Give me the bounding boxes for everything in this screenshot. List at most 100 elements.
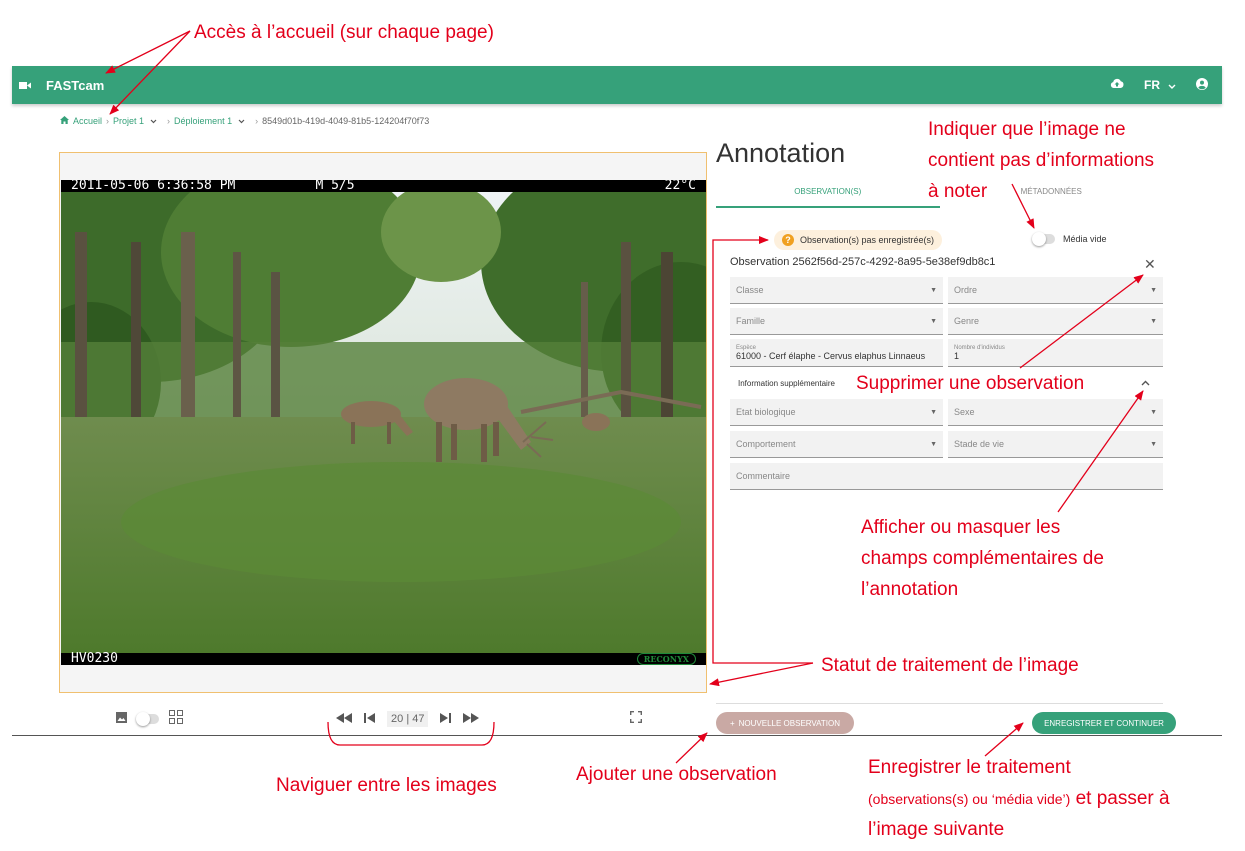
new-observation-label: NOUVELLE OBSERVATION [738,718,841,728]
nombre-individus-field[interactable]: Nombre d'individus 1 [948,339,1163,367]
callout-save-line2: (observations(s) ou ‘média vide’) et pas… [868,783,1170,815]
dropdown-arrow-icon: ▼ [930,317,937,325]
breadcrumb-deployment[interactable]: Déploiement 1 [174,116,232,126]
callout-save-line2-small: (observations(s) ou ‘média vide’) [868,791,1071,807]
espece-select[interactable]: Espèce 61000 - Cerf élaphe - Cervus elap… [730,339,943,367]
nombre-individus-value: 1 [954,350,960,361]
tab-observations[interactable]: OBSERVATION(S) [716,178,940,208]
sexe-select[interactable]: Sexe ▼ [948,399,1163,426]
empty-media-toggle-group: Média vide [1032,232,1107,246]
counter-separator: | [406,713,410,725]
callout-delete-observation: Supprimer une observation [856,373,1085,394]
dropdown-arrow-icon: ▼ [1150,317,1157,325]
camera-id: HV0230 [71,651,118,665]
dropdown-arrow-icon: ▼ [930,286,937,294]
status-badge: ? Observation(s) pas enregistrée(s) [774,230,943,250]
dropdown-arrow-icon: ▼ [930,440,937,448]
stade-de-vie-placeholder: Stade de vie [954,439,1005,449]
commentaire-placeholder: Commentaire [736,471,791,481]
commentaire-field[interactable]: Commentaire [730,463,1163,490]
ordre-select[interactable]: Ordre ▼ [948,277,1163,304]
chevron-down-icon[interactable] [150,116,157,126]
chevron-down-icon[interactable] [238,116,245,126]
empty-media-label: Média vide [1063,234,1107,244]
callout-save-line3: l’image suivante [868,819,1005,840]
total-image-number: 47 [412,713,425,725]
fullscreen-icon[interactable] [630,710,642,728]
callout-status: Statut de traitement de l’image [821,655,1079,676]
stade-de-vie-select[interactable]: Stade de vie ▼ [948,431,1163,458]
sexe-placeholder: Sexe [954,407,975,417]
image-viewer-panel: 2011-05-06 6:36:58 PM M 5/5 22°C HV0230 … [59,152,707,693]
callout-navigate: Naviguer entre les images [276,775,497,796]
breadcrumb-separator: › [255,116,259,126]
app-title-home-link[interactable]: FASTcam [46,78,104,93]
classe-placeholder: Classe [736,285,764,295]
breadcrumb-separator: › [167,116,171,126]
etat-biologique-placeholder: Etat biologique [736,407,796,417]
skip-previous-icon[interactable] [364,712,375,726]
genre-placeholder: Genre [954,316,980,326]
new-observation-button[interactable]: + NOUVELLE OBSERVATION [716,712,854,734]
callout-save-line2-rest: et passer à [1070,788,1170,809]
camera-brand-logo: RECONYX [636,653,696,665]
status-badge-label: Observation(s) pas enregistrée(s) [800,235,935,245]
close-icon[interactable]: ✕ [1144,256,1156,273]
breadcrumb: Accueil › Projet 1 › Déploiement 1 › 854… [60,116,429,126]
grid-view-icon[interactable] [169,709,183,729]
home-icon[interactable] [60,116,69,126]
etat-biologique-select[interactable]: Etat biologique ▼ [730,399,943,426]
view-mode-toggle[interactable] [136,712,159,726]
camera-info-bar: 2011-05-06 6:36:58 PM M 5/5 22°C [61,180,706,192]
empty-media-toggle[interactable] [1032,232,1055,246]
classe-select[interactable]: Classe ▼ [730,277,943,304]
skip-next-icon[interactable] [440,712,452,726]
app-bar: FASTcam FR [12,66,1222,104]
forest-scene-image [61,192,706,653]
cloud-upload-icon[interactable] [1110,78,1124,92]
image-navigation: 20 | 47 [336,708,480,730]
help-icon: ? [782,234,794,246]
chevron-up-icon[interactable] [1141,377,1150,389]
genre-select[interactable]: Genre ▼ [948,308,1163,335]
observation-title: Observation 2562f56d-257c-4292-8a95-5e38… [730,256,996,268]
breadcrumb-project[interactable]: Projet 1 [113,116,144,126]
ordre-placeholder: Ordre [954,285,978,295]
callout-toggle-fields-line3: l’annotation [861,579,959,600]
page-divider [12,735,1222,736]
video-camera-icon[interactable] [18,78,32,92]
additional-info-header[interactable]: Information supplémentaire [738,379,835,388]
camera-timestamp: 2011-05-06 6:36:58 PM [71,180,236,193]
language-select[interactable]: FR [1144,78,1176,92]
callout-empty-media-line2: contient pas d’informations [928,150,1155,171]
camera-temperature: 22°C [664,180,696,193]
callout-toggle-fields-line2: champs complémentaires de [861,548,1104,569]
callout-home-access: Accès à l’accueil (sur chaque page) [194,22,494,43]
breadcrumb-media-id: 8549d01b-419d-4049-81b5-124204f70f73 [262,116,430,126]
image-counter[interactable]: 20 | 47 [387,711,429,727]
annotation-title: Annotation [716,138,846,168]
fast-rewind-icon[interactable] [336,712,352,726]
breadcrumb-separator: › [106,116,110,126]
famille-placeholder: Famille [736,316,766,326]
current-image-number: 20 [391,713,404,725]
camera-trap-photo[interactable]: 2011-05-06 6:36:58 PM M 5/5 22°C HV0230 … [61,180,706,665]
image-icon[interactable] [116,710,127,728]
camera-moon-phase: M 5/5 [315,180,355,193]
famille-select[interactable]: Famille ▼ [730,308,943,335]
fast-forward-icon[interactable] [463,712,480,726]
espece-value: 61000 - Cerf élaphe - Cervus elaphus Lin… [736,350,926,361]
annotation-footer-divider [716,703,1163,704]
save-and-continue-button[interactable]: ENREGISTRER ET CONTINUER [1032,712,1176,734]
account-circle-icon[interactable] [1196,77,1208,93]
chevron-down-icon [1168,78,1176,92]
breadcrumb-home[interactable]: Accueil [73,116,102,126]
image-view-toolbar [116,708,183,730]
camera-footer-bar: HV0230 RECONYX [61,651,706,665]
callout-empty-media-line3: à noter [928,181,988,202]
language-value: FR [1144,78,1160,92]
callout-toggle-fields-line1: Afficher ou masquer les [861,517,1061,538]
comportement-select[interactable]: Comportement ▼ [730,431,943,458]
nombre-individus-label: Nombre d'individus [954,344,1005,351]
plus-icon: + [729,718,735,728]
